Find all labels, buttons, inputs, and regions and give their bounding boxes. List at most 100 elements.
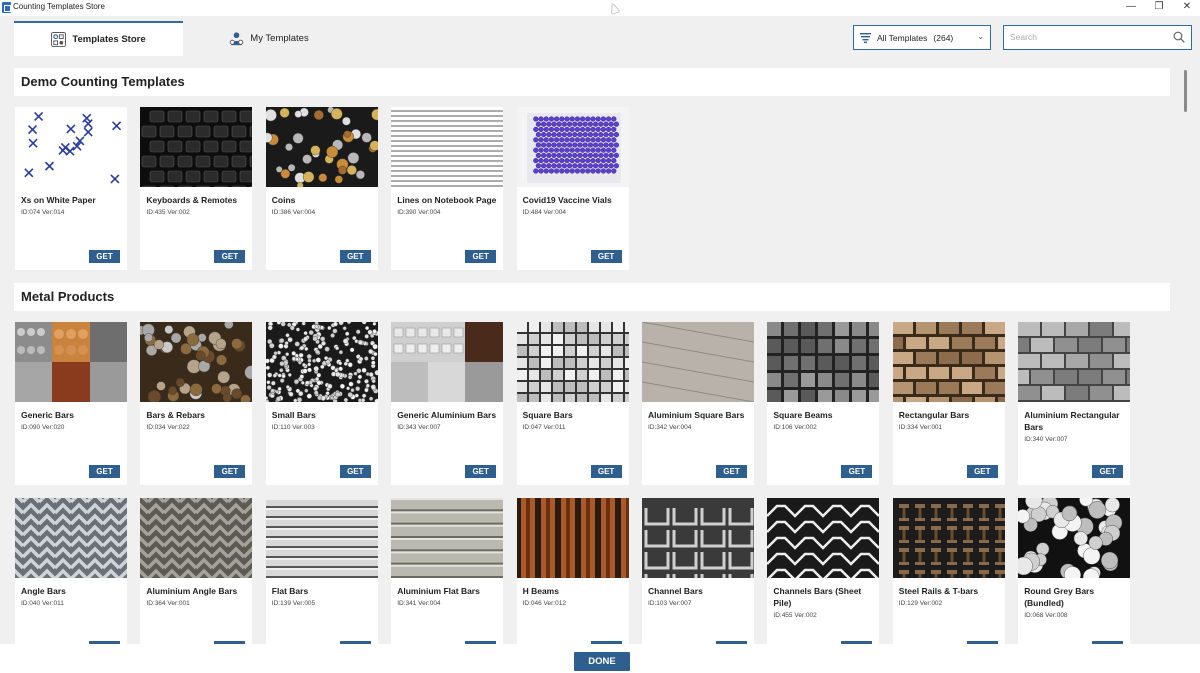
get-button[interactable]: GET bbox=[966, 465, 998, 478]
template-card-channel-bars[interactable]: Channel BarsID:103 Ver:007GET bbox=[642, 498, 754, 644]
template-thumbnail[interactable] bbox=[391, 107, 504, 187]
template-id-version: ID:435 Ver:002 bbox=[146, 209, 190, 216]
template-thumbnail[interactable] bbox=[1018, 322, 1131, 402]
header-bar: Templates Store My Templates All Templat… bbox=[0, 16, 1200, 56]
template-name: Aluminium Square Bars ID:342 Ver:004 bbox=[648, 409, 750, 432]
template-card-coins[interactable]: Coins ID:386 Ver:004 GET bbox=[265, 107, 378, 270]
template-card-aluminium-rectangular-bars[interactable]: Aluminium Rectangular Bars ID:340 Ver:007… bbox=[1018, 322, 1131, 485]
template-id-version: ID:455 Ver:002 bbox=[773, 612, 817, 619]
get-button[interactable]: GET bbox=[590, 465, 622, 478]
close-button[interactable]: ✕ bbox=[1172, 0, 1200, 14]
template-thumbnail[interactable] bbox=[391, 498, 504, 578]
template-name: Covid19 Vaccine Vials ID:484 Ver:004 bbox=[523, 194, 625, 217]
template-filter-dropdown[interactable]: All Templates (264) ⌄ bbox=[853, 25, 991, 50]
template-id-version: ID:129 Ver:002 bbox=[898, 600, 943, 607]
template-card-square-bars[interactable]: Square Bars ID:047 Ver:011 GET bbox=[516, 322, 629, 485]
template-card-flat-bars[interactable]: Flat BarsID:139 Ver:005GET bbox=[265, 498, 378, 644]
get-button[interactable]: GET bbox=[841, 465, 873, 478]
template-id-version: ID:364 Ver:001 bbox=[146, 600, 190, 607]
filter-list-icon bbox=[860, 32, 871, 43]
mouse-cursor-icon bbox=[608, 1, 620, 15]
template-name: Lines on Notebook Page ID:390 Ver:004 bbox=[397, 194, 499, 217]
minimize-button[interactable]: — bbox=[1116, 0, 1146, 14]
template-id-version: ID:342 Ver:004 bbox=[648, 424, 692, 431]
template-thumbnail[interactable] bbox=[642, 322, 754, 402]
template-id-version: ID:074 Ver:014 bbox=[21, 209, 65, 216]
get-button[interactable]: GET bbox=[89, 250, 120, 263]
template-id-version: ID:386 Ver:004 bbox=[271, 209, 316, 216]
restore-button[interactable]: ❐ bbox=[1144, 0, 1174, 14]
template-thumbnail[interactable] bbox=[767, 498, 880, 578]
section-header-metal: Metal Products bbox=[14, 283, 1170, 311]
template-card-rectangular-bars[interactable]: Rectangular Bars ID:334 Ver:001 GET bbox=[892, 322, 1005, 485]
template-name: Rectangular Bars ID:334 Ver:001 bbox=[899, 409, 1001, 432]
template-card-generic-aluminium-bars[interactable]: Generic Aluminium Bars ID:343 Ver:007 GET bbox=[391, 322, 504, 485]
template-thumbnail[interactable] bbox=[516, 322, 629, 402]
template-id-version: ID:068 Ver:008 bbox=[1024, 612, 1068, 619]
chevron-down-icon: ⌄ bbox=[977, 32, 984, 41]
template-thumbnail[interactable] bbox=[516, 107, 629, 187]
template-thumbnail[interactable] bbox=[642, 498, 754, 578]
scrollbar-thumb[interactable] bbox=[1184, 70, 1187, 112]
template-name: Aluminium Flat Bars ID:341 Ver:004 bbox=[397, 585, 499, 608]
get-button[interactable]: GET bbox=[339, 465, 371, 478]
search-icon[interactable] bbox=[1173, 31, 1185, 43]
templates-content: Demo Counting Templates Metal Products X… bbox=[0, 56, 1182, 644]
template-thumbnail[interactable] bbox=[516, 498, 629, 578]
template-name: Keyboards & Remotes ID:435 Ver:002 bbox=[146, 194, 248, 217]
template-card-small-bars[interactable]: Small Bars ID:110 Ver:003 GET bbox=[265, 322, 378, 485]
template-card-channels-bars-sheet-pile[interactable]: Channels Bars (Sheet Pile) ID:455 Ver:002… bbox=[767, 498, 880, 644]
get-button[interactable]: GET bbox=[465, 250, 497, 263]
content-scrollbar[interactable] bbox=[1182, 56, 1200, 644]
template-card-keyboards-and-remotes[interactable]: Keyboards & Remotes ID:435 Ver:002 GET bbox=[140, 107, 253, 270]
template-card-generic-bars[interactable]: Generic Bars ID:090 Ver:020 GET bbox=[15, 322, 127, 485]
template-thumbnail[interactable] bbox=[265, 107, 378, 187]
tab-my-templates-label: My Templates bbox=[250, 33, 309, 44]
get-button[interactable]: GET bbox=[590, 250, 622, 263]
template-card-square-beams[interactable]: Square Beams ID:106 Ver:002 GET bbox=[767, 322, 880, 485]
search-input[interactable] bbox=[1004, 26, 1164, 48]
get-button[interactable]: GET bbox=[89, 465, 120, 478]
template-thumbnail[interactable] bbox=[140, 498, 253, 578]
template-name: Generic Bars ID:090 Ver:020 bbox=[21, 409, 123, 432]
template-thumbnail[interactable] bbox=[391, 322, 504, 402]
template-thumbnail[interactable] bbox=[1018, 498, 1131, 578]
template-id-version: ID:340 Ver:007 bbox=[1024, 436, 1068, 443]
user-gears-icon bbox=[230, 32, 244, 46]
template-name: Aluminium Angle Bars ID:364 Ver:001 bbox=[146, 585, 248, 608]
template-thumbnail[interactable] bbox=[265, 322, 378, 402]
template-card-angle-bars[interactable]: Angle BarsID:040 Ver:011GET bbox=[15, 498, 127, 644]
template-thumbnail[interactable] bbox=[15, 322, 127, 402]
get-button[interactable]: GET bbox=[214, 465, 246, 478]
template-card-round-grey-bars-bundled[interactable]: Round Grey Bars (Bundled)ID:068 Ver:008G… bbox=[1018, 498, 1131, 644]
template-card-aluminium-square-bars[interactable]: Aluminium Square Bars ID:342 Ver:004 GET bbox=[642, 322, 754, 485]
template-card-xs-on-white-paper[interactable]: Xs on White Paper ID:074 Ver:014 GET bbox=[15, 107, 127, 270]
template-thumbnail[interactable] bbox=[892, 322, 1005, 402]
done-button[interactable]: DONE bbox=[574, 652, 630, 671]
get-button[interactable]: GET bbox=[716, 465, 747, 478]
template-thumbnail[interactable] bbox=[15, 498, 127, 578]
get-button[interactable]: GET bbox=[339, 250, 371, 263]
template-card-bars-and-rebars[interactable]: Bars & Rebars ID:034 Ver:022 GET bbox=[140, 322, 253, 485]
template-name: Coins ID:386 Ver:004 bbox=[272, 194, 374, 217]
template-card-lines-on-notebook-page[interactable]: Lines on Notebook Page ID:390 Ver:004 GET bbox=[391, 107, 504, 270]
get-button[interactable]: GET bbox=[465, 465, 497, 478]
tab-templates-store[interactable]: Templates Store bbox=[14, 21, 183, 56]
template-thumbnail[interactable] bbox=[140, 107, 253, 187]
template-thumbnail[interactable] bbox=[140, 322, 253, 402]
template-thumbnail[interactable] bbox=[15, 107, 127, 187]
template-card-aluminium-flat-bars[interactable]: Aluminium Flat BarsID:341 Ver:004GET bbox=[391, 498, 504, 644]
template-thumbnail[interactable] bbox=[892, 498, 1005, 578]
get-button[interactable]: GET bbox=[214, 250, 246, 263]
template-thumbnail[interactable] bbox=[265, 498, 378, 578]
get-button[interactable]: GET bbox=[1092, 465, 1124, 478]
template-card-steel-rails-and-t-bars[interactable]: Steel Rails & T-barsID:129 Ver:002GET bbox=[892, 498, 1005, 644]
template-id-version: ID:034 Ver:022 bbox=[146, 424, 190, 431]
template-id-version: ID:343 Ver:007 bbox=[397, 424, 441, 431]
window-title: Counting Templates Store bbox=[13, 2, 105, 11]
tab-my-templates[interactable]: My Templates bbox=[184, 21, 354, 56]
template-card-h-beams[interactable]: H BeamsID:046 Ver:012GET bbox=[516, 498, 629, 644]
template-card-aluminium-angle-bars[interactable]: Aluminium Angle BarsID:364 Ver:001GET bbox=[140, 498, 253, 644]
template-card-covid19-vaccine-vials[interactable]: Covid19 Vaccine Vials ID:484 Ver:004 GET bbox=[516, 107, 629, 270]
template-thumbnail[interactable] bbox=[767, 322, 880, 402]
